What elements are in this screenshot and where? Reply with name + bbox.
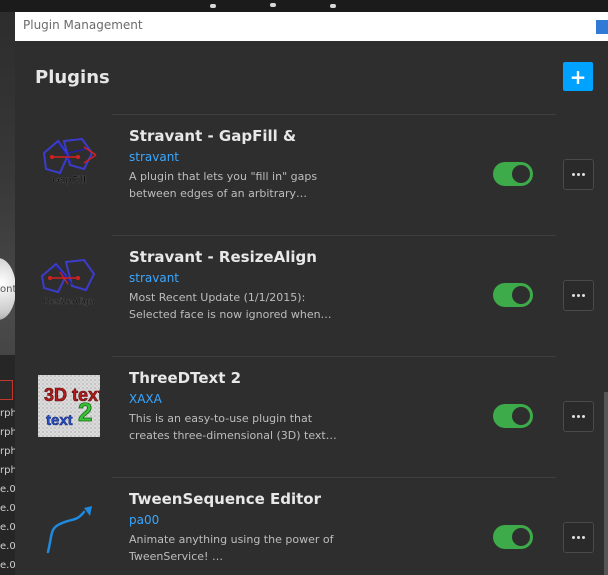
svg-text:text: text	[46, 412, 73, 429]
plugin-enable-toggle[interactable]	[493, 162, 533, 186]
viewport-light	[270, 3, 276, 7]
row-divider	[112, 114, 556, 115]
plugin-author-link[interactable]: stravant	[129, 271, 179, 285]
toggle-knob	[512, 407, 530, 425]
plugin-name: Stravant - ResizeAlign	[129, 248, 317, 266]
window-title: Plugin Management	[23, 18, 143, 32]
toggle-knob	[512, 286, 530, 304]
plugin-row: 3D text 2 text 2 ThreeDText 2 XAXA This …	[15, 356, 608, 477]
row-divider	[112, 356, 556, 357]
page-title: Plugins	[35, 67, 110, 88]
gapfill-thumbnail-caption: GapFill	[52, 175, 86, 186]
toggle-knob	[512, 528, 530, 546]
plugin-enable-toggle[interactable]	[493, 283, 533, 307]
plugin-name: ThreeDText 2	[129, 369, 242, 387]
window-titlebar[interactable]: Plugin Management	[15, 12, 608, 41]
viewport-light	[330, 4, 336, 8]
resizealign-thumbnail-caption: ResizeAlign	[43, 296, 94, 306]
plugin-row: GapFill Stravant - GapFill & stravant A …	[15, 114, 608, 235]
plugin-author-link[interactable]: stravant	[129, 150, 179, 164]
explorer-tab[interactable]	[0, 380, 13, 400]
plugin-description: Animate anything using the power of Twee…	[129, 533, 334, 563]
viewport-top-strip	[0, 0, 608, 12]
ellipsis-icon	[572, 173, 585, 176]
more-options-button[interactable]	[563, 401, 594, 432]
plugin-description: Most Recent Update (1/1/2015): Selected …	[129, 291, 332, 321]
row-divider	[112, 235, 556, 236]
plugin-enable-toggle[interactable]	[493, 404, 533, 428]
resizealign-thumbnail-icon: ResizeAlign	[38, 254, 100, 316]
more-options-button[interactable]	[563, 280, 594, 311]
more-options-button[interactable]	[563, 159, 594, 190]
toggle-knob	[512, 165, 530, 183]
plugin-row: TweenSequence Editor pa00 Animate anythi…	[15, 477, 608, 575]
more-options-button[interactable]	[563, 522, 594, 553]
viewport-sphere-text: ont	[0, 284, 17, 295]
ellipsis-icon	[572, 415, 585, 418]
ellipsis-icon	[572, 536, 585, 539]
plugin-management-window: Plugin Management Plugins + GapFill Stra…	[15, 12, 608, 575]
plugin-row: ResizeAlign Stravant - ResizeAlign strav…	[15, 235, 608, 356]
plugin-name: TweenSequence Editor	[129, 490, 321, 508]
window-control-button[interactable]	[596, 20, 608, 34]
ellipsis-icon	[572, 294, 585, 297]
scrollbar[interactable]	[604, 392, 608, 575]
plugin-enable-toggle[interactable]	[493, 525, 533, 549]
add-plugin-button[interactable]: +	[563, 62, 593, 91]
plugin-description: This is an easy-to-use plugin that creat…	[129, 412, 337, 442]
svg-text:2: 2	[78, 397, 92, 427]
curve-arrow-icon	[46, 506, 92, 554]
plugin-author-link[interactable]: XAXA	[129, 392, 162, 406]
row-divider	[112, 477, 556, 478]
plugins-header: Plugins +	[15, 41, 608, 114]
viewport-light	[210, 4, 216, 8]
gapfill-thumbnail-icon: GapFill	[38, 133, 100, 195]
plugin-name: Stravant - GapFill &	[129, 127, 297, 145]
threedtext-thumbnail-icon: 3D text 2 text 2	[38, 375, 100, 437]
plugin-author-link[interactable]: pa00	[129, 513, 159, 527]
plugin-description: A plugin that lets you "fill in" gaps be…	[129, 170, 318, 200]
